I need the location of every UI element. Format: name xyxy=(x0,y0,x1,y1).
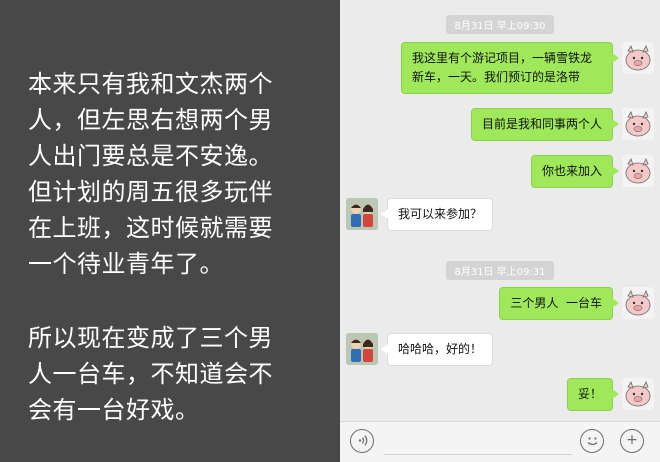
message-bubble[interactable]: 我这里有个游记项目，一辆雪铁龙 新车，一天。我们预订的是洛带 xyxy=(401,42,619,94)
timestamp: 8月31日 早上09:30 xyxy=(340,14,660,34)
message-row: 你也来加入 xyxy=(530,155,654,188)
caption-paragraph-2: 所以现在变成了三个男 人一台车，不知道会不 会有一台好戏。 xyxy=(28,324,273,424)
message-row: 我这里有个游记项目，一辆雪铁龙 新车，一天。我们预订的是洛带 xyxy=(401,42,654,94)
pig-avatar[interactable] xyxy=(622,108,654,140)
message-bubble[interactable]: 三个男人 一台车 xyxy=(499,287,619,320)
emoji-icon[interactable] xyxy=(580,429,604,453)
pig-avatar[interactable] xyxy=(622,378,654,410)
message-row: 目前是我和同事两个人 xyxy=(470,108,654,141)
couple-figurine-avatar[interactable] xyxy=(346,333,378,365)
pig-avatar[interactable] xyxy=(622,155,654,187)
message-bubble[interactable]: 妥！ xyxy=(566,378,620,411)
chat-input-bar: + xyxy=(340,421,660,462)
message-row: 妥！ xyxy=(566,378,654,411)
message-bubble[interactable]: 你也来加入 xyxy=(530,155,620,188)
pig-avatar[interactable] xyxy=(622,42,654,74)
couple-figurine-avatar[interactable] xyxy=(346,198,378,230)
message-bubble[interactable]: 目前是我和同事两个人 xyxy=(470,108,620,141)
message-row: 三个男人 一台车 xyxy=(499,287,654,320)
chat-screenshot: 8月31日 早上09:30 我这里有个游记项目，一辆雪铁龙 新车，一天。我们预订… xyxy=(340,0,660,462)
pig-avatar[interactable] xyxy=(622,287,654,319)
message-row: 哈哈哈，好的！ xyxy=(346,333,494,366)
caption-paragraph-1: 本来只有我和文杰两个 人，但左思右想两个男 人出门要总是不安逸。 但计划的周五很… xyxy=(28,70,273,278)
message-row: 我可以来参加？ xyxy=(346,198,494,231)
plus-icon[interactable]: + xyxy=(620,429,644,453)
message-bubble[interactable]: 哈哈哈，好的！ xyxy=(380,333,494,366)
voice-icon[interactable] xyxy=(350,429,374,453)
timestamp: 8月31日 早上09:31 xyxy=(340,260,660,280)
message-bubble[interactable]: 我可以来参加？ xyxy=(380,198,494,231)
caption-panel: 本来只有我和文杰两个 人，但左思右想两个男 人出门要总是不安逸。 但计划的周五很… xyxy=(0,0,340,462)
message-input[interactable] xyxy=(384,430,572,455)
